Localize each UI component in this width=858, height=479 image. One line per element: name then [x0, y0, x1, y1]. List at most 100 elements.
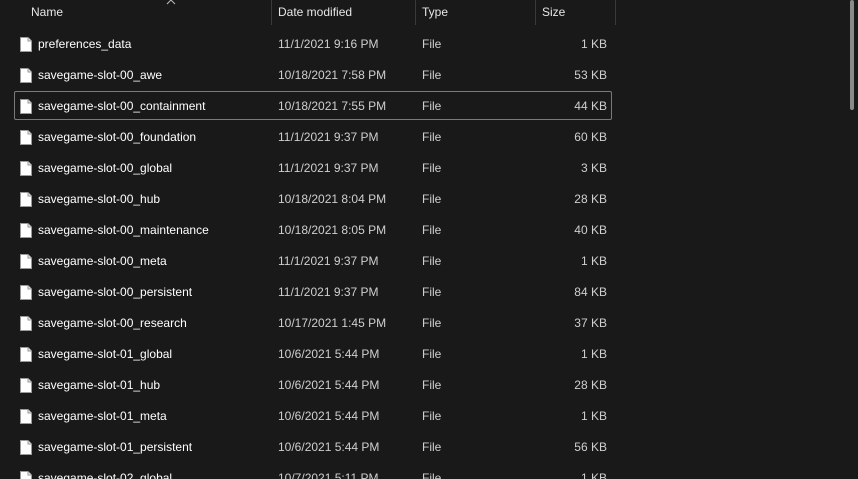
column-header-date-label: Date modified	[278, 5, 353, 19]
file-name: savegame-slot-01_hub	[38, 378, 161, 392]
file-size: 1 KB	[580, 409, 607, 423]
file-date-modified: 11/1/2021 9:37 PM	[278, 130, 379, 144]
file-date-modified: 11/1/2021 9:16 PM	[278, 37, 379, 51]
file-size: 28 KB	[574, 378, 607, 392]
file-row[interactable]: savegame-slot-01_meta 10/6/2021 5:44 PM Fi…	[14, 401, 612, 430]
vertical-scrollbar[interactable]	[850, 0, 854, 110]
document-file-icon	[20, 223, 32, 238]
file-size: 1 KB	[580, 347, 607, 361]
file-date-modified: 10/18/2021 8:05 PM	[278, 223, 387, 237]
file-name: preferences_data	[38, 37, 132, 51]
file-row[interactable]: savegame-slot-01_hub 10/6/2021 5:44 PM Fil…	[14, 370, 612, 399]
file-list-pane: Name Date modified Type Size preferences…	[0, 0, 858, 479]
column-header-type-label: Type	[422, 5, 449, 19]
document-file-icon	[20, 161, 32, 176]
file-type: File	[422, 471, 442, 479]
document-file-icon	[20, 99, 32, 114]
column-header-type[interactable]: Type	[416, 0, 535, 25]
document-file-icon	[20, 316, 32, 331]
document-file-icon	[20, 254, 32, 269]
column-header-bar: Name Date modified Type Size	[0, 0, 858, 25]
file-date-modified: 10/17/2021 1:45 PM	[278, 316, 387, 330]
document-file-icon	[20, 130, 32, 145]
file-row[interactable]: savegame-slot-00_global 11/1/2021 9:37 PM…	[14, 153, 612, 182]
file-date-modified: 10/7/2021 5:11 PM	[278, 471, 379, 479]
file-row[interactable]: savegame-slot-01_persistent 10/6/2021 5:4…	[14, 432, 612, 461]
file-row[interactable]: savegame-slot-00_persistent 11/1/2021 9:3…	[14, 277, 612, 306]
column-divider[interactable]	[615, 0, 616, 25]
file-name: savegame-slot-00_maintenance	[38, 223, 209, 237]
file-name: savegame-slot-01_global	[38, 347, 173, 361]
document-file-icon	[20, 378, 32, 393]
file-size: 3 KB	[580, 161, 607, 175]
file-row[interactable]: savegame-slot-00_hub 10/18/2021 8:04 PM Fi…	[14, 184, 612, 213]
document-file-icon	[20, 409, 32, 424]
file-row[interactable]: preferences_data 11/1/2021 9:16 PM File 1 K…	[14, 29, 612, 58]
file-type: File	[422, 440, 442, 454]
file-type: File	[422, 409, 442, 423]
file-row[interactable]: savegame-slot-00_research 10/17/2021 1:45…	[14, 308, 612, 337]
column-header-name[interactable]: Name	[25, 0, 270, 25]
file-type: File	[422, 99, 442, 113]
file-name: savegame-slot-00_hub	[38, 192, 161, 206]
file-type: File	[422, 378, 442, 392]
file-date-modified: 10/6/2021 5:44 PM	[278, 378, 380, 392]
file-name: savegame-slot-00_global	[38, 161, 173, 175]
file-size: 37 KB	[574, 316, 607, 330]
file-name: savegame-slot-01_meta	[38, 409, 167, 423]
file-row[interactable]: savegame-slot-00_foundation 11/1/2021 9:3…	[14, 122, 612, 151]
file-type: File	[422, 316, 442, 330]
column-header-name-label: Name	[31, 5, 64, 19]
file-date-modified: 10/6/2021 5:44 PM	[278, 440, 380, 454]
file-size: 1 KB	[580, 254, 607, 268]
file-type: File	[422, 192, 442, 206]
file-size: 1 KB	[580, 471, 607, 479]
file-row[interactable]: savegame-slot-00_containment 10/18/2021 7…	[14, 91, 612, 120]
file-size: 53 KB	[574, 68, 607, 82]
file-row[interactable]: savegame-slot-01_global 10/6/2021 5:44 PM…	[14, 339, 612, 368]
document-file-icon	[20, 37, 32, 52]
file-row[interactable]: savegame-slot-02_global 10/7/2021 5:11 PM…	[14, 463, 612, 479]
file-type: File	[422, 254, 442, 268]
file-name: savegame-slot-00_research	[38, 316, 187, 330]
file-name: savegame-slot-00_awe	[38, 68, 163, 82]
file-row[interactable]: savegame-slot-00_meta 11/1/2021 9:37 PM Fi…	[14, 246, 612, 275]
column-header-size[interactable]: Size	[536, 0, 615, 25]
file-date-modified: 10/18/2021 7:55 PM	[278, 99, 387, 113]
file-type: File	[422, 223, 442, 237]
file-date-modified: 10/18/2021 7:58 PM	[278, 68, 387, 82]
file-name: savegame-slot-00_containment	[38, 99, 206, 113]
file-type: File	[422, 68, 442, 82]
document-file-icon	[20, 471, 32, 479]
file-date-modified: 11/1/2021 9:37 PM	[278, 161, 379, 175]
file-type: File	[422, 161, 442, 175]
file-name: savegame-slot-00_meta	[38, 254, 167, 268]
file-row[interactable]: savegame-slot-00_maintenance 10/18/2021 8…	[14, 215, 612, 244]
file-type: File	[422, 130, 442, 144]
file-date-modified: 10/6/2021 5:44 PM	[278, 409, 380, 423]
column-header-date[interactable]: Date modified	[272, 0, 415, 25]
file-size: 56 KB	[574, 440, 607, 454]
file-name: savegame-slot-01_persistent	[38, 440, 193, 454]
file-size: 28 KB	[574, 192, 607, 206]
file-size: 84 KB	[574, 285, 607, 299]
file-name: savegame-slot-00_persistent	[38, 285, 193, 299]
chevron-up-icon	[166, 0, 176, 5]
file-type: File	[422, 285, 442, 299]
document-file-icon	[20, 347, 32, 362]
file-date-modified: 10/6/2021 5:44 PM	[278, 347, 380, 361]
file-date-modified: 11/1/2021 9:37 PM	[278, 285, 379, 299]
file-size: 40 KB	[574, 223, 607, 237]
file-date-modified: 10/18/2021 8:04 PM	[278, 192, 387, 206]
file-size: 60 KB	[574, 130, 607, 144]
file-size: 44 KB	[574, 99, 607, 113]
document-file-icon	[20, 192, 32, 207]
file-name: savegame-slot-02_global	[38, 471, 173, 479]
file-size: 1 KB	[580, 37, 607, 51]
file-name: savegame-slot-00_foundation	[38, 130, 197, 144]
file-type: File	[422, 347, 442, 361]
document-file-icon	[20, 440, 32, 455]
document-file-icon	[20, 285, 32, 300]
file-row[interactable]: savegame-slot-00_awe 10/18/2021 7:58 PM Fi…	[14, 60, 612, 89]
file-date-modified: 11/1/2021 9:37 PM	[278, 254, 379, 268]
